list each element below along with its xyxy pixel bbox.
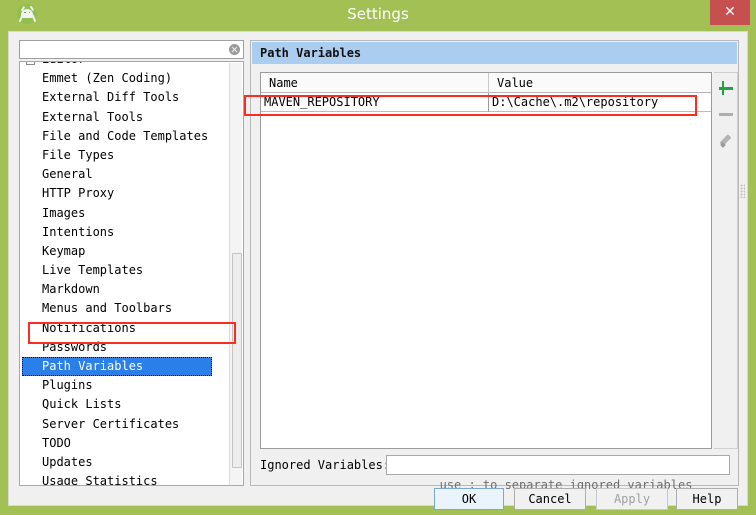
sidebar-item-label: Menus and Toolbars [42,301,173,316]
sidebar-item-markdown[interactable]: Markdown [20,280,230,299]
sidebar-item-label: Plugins [42,378,93,393]
sidebar-item-label: Intentions [42,224,115,239]
sidebar-item-label: Notifications [42,320,136,335]
sidebar-item-live-templates[interactable]: Live Templates [20,261,230,280]
sidebar-item-intentions[interactable]: Intentions [20,223,230,242]
table-row[interactable]: MAVEN_REPOSITORY D:\Cache\.m2\repository [261,93,711,112]
sidebar-item-server-certificates[interactable]: Server Certificates [20,415,230,434]
title-bar: Settings ✕ [0,0,756,28]
sidebar-item-label: Emmet (Zen Coding) [42,71,173,86]
sidebar-item-keymap[interactable]: Keymap [20,242,230,261]
column-header-value[interactable]: Value [489,73,711,93]
add-variable-button[interactable] [716,77,736,99]
cell-value[interactable]: D:\Cache\.m2\repository [489,93,711,112]
path-variables-panel: Path Variables Name Value MAVEN_REPOSITO… [250,40,739,492]
sidebar-item-general[interactable]: General [20,165,230,184]
sidebar-item-notifications[interactable]: Notifications [20,319,230,338]
sidebar-item-menus-and-toolbars[interactable]: Menus and Toolbars [20,299,230,318]
column-header-name[interactable]: Name [261,73,489,93]
tree-collapse-icon[interactable] [26,62,35,65]
cell-name[interactable]: MAVEN_REPOSITORY [261,93,489,112]
search-input[interactable] [23,42,227,59]
sidebar-item-label: HTTP Proxy [42,186,115,201]
close-button[interactable]: ✕ [710,0,750,25]
sidebar-item-external-diff-tools[interactable]: External Diff Tools [20,88,230,107]
category-list-items: Editor Emmet (Zen Coding) External Diff … [20,62,230,486]
sidebar-item-external-tools[interactable]: External Tools [20,108,230,127]
sidebar-item-quick-lists[interactable]: Quick Lists [20,395,230,414]
sidebar-item-label: Live Templates [42,263,144,278]
sidebar-item-label: Images [42,205,86,220]
settings-category-list[interactable]: Editor Emmet (Zen Coding) External Diff … [19,61,244,486]
sidebar-item-file-and-code-templates[interactable]: File and Code Templates [20,127,230,146]
sidebar-item-editor[interactable]: Editor [20,62,230,69]
splitter-grip-icon[interactable] [740,184,745,198]
sidebar-item-label: Passwords [42,339,108,354]
ignored-variables-input[interactable] [386,455,730,475]
sidebar-item-usage-statistics[interactable]: Usage Statistics [20,472,230,486]
sidebar-item-label: External Tools [42,109,144,124]
sidebar-item-label: General [42,167,93,182]
sidebar-item-updates[interactable]: Updates [20,453,230,472]
remove-variable-button[interactable] [716,103,736,125]
settings-window: Settings ✕ Editor Emmet (Zen Coding) Ext… [0,0,756,515]
cancel-button[interactable]: Cancel [514,488,586,510]
sidebar-item-label: File Types [42,147,115,162]
settings-dialog: Editor Emmet (Zen Coding) External Diff … [8,31,749,510]
help-button[interactable]: Help [676,488,738,510]
clear-search-icon[interactable] [229,44,240,55]
ignored-variables-row: Ignored Variables: [260,455,730,475]
sidebar-item-todo[interactable]: TODO [20,434,230,453]
sidebar-item-label: Editor [42,62,85,66]
sidebar-item-label: Keymap [42,243,86,258]
sidebar-item-http-proxy[interactable]: HTTP Proxy [20,184,230,203]
dialog-button-bar: OK Cancel Apply Help [9,488,749,510]
sidebar-scrollbar[interactable] [229,63,242,485]
sidebar-item-label: Quick Lists [42,397,122,412]
sidebar-item-passwords[interactable]: Passwords [20,338,230,357]
sidebar-item-emmet[interactable]: Emmet (Zen Coding) [20,69,230,88]
minus-icon [719,113,733,116]
edit-variable-button[interactable] [716,129,736,151]
pencil-icon [719,134,733,148]
sidebar-item-label: Path Variables [42,359,144,373]
sidebar-item-label: Usage Statistics [42,474,158,486]
sidebar-scrollbar-thumb[interactable] [232,253,242,468]
window-title: Settings [347,5,409,23]
sidebar-item-plugins[interactable]: Plugins [20,376,230,395]
settings-search[interactable] [19,40,244,59]
sidebar-item-images[interactable]: Images [20,204,230,223]
ok-button[interactable]: OK [434,488,504,510]
ignored-variables-label: Ignored Variables: [260,458,391,472]
sidebar-item-path-variables[interactable]: Path Variables [22,357,212,377]
sidebar-item-label: External Diff Tools [42,90,180,105]
sidebar-item-label: Server Certificates [42,416,180,431]
sidebar-item-file-types[interactable]: File Types [20,146,230,165]
close-icon: ✕ [724,4,736,20]
sidebar-item-label: Updates [42,454,93,469]
sidebar-item-label: File and Code Templates [42,128,209,143]
sidebar-item-label: TODO [42,435,71,450]
path-variables-table[interactable]: Name Value MAVEN_REPOSITORY D:\Cache\.m2… [260,72,712,449]
table-toolbar [714,72,738,449]
panel-title: Path Variables [252,42,737,64]
sidebar-item-label: Markdown [42,282,100,297]
apply-button[interactable]: Apply [596,488,668,510]
table-header-row: Name Value [261,73,711,93]
